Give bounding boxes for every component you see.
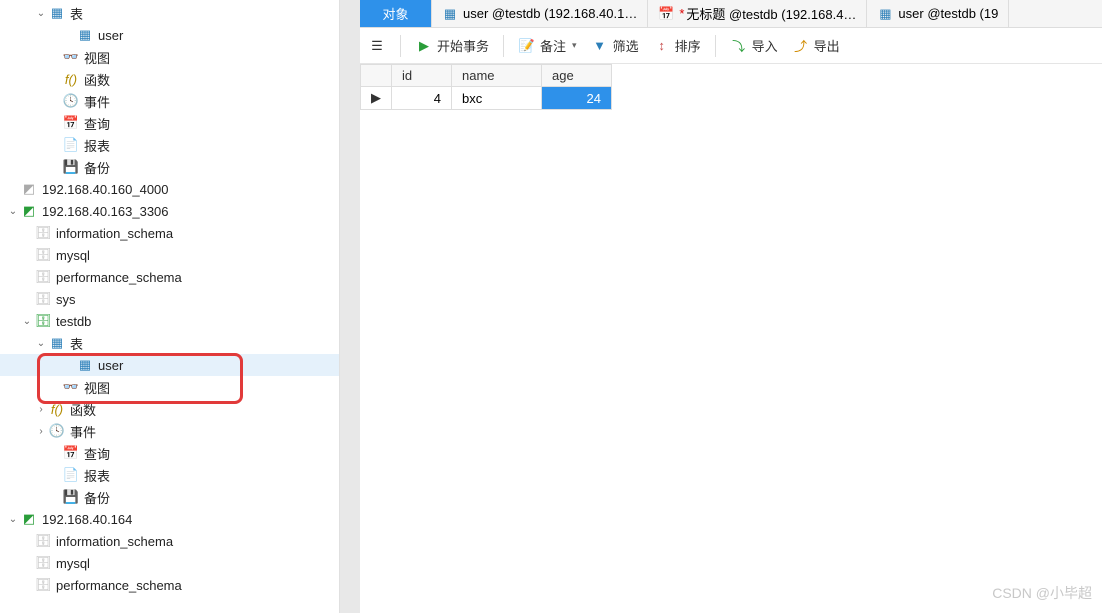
tree-connection-164[interactable]: ◩192.168.40.164 (0, 508, 339, 530)
sort-button[interactable]: ↕排序 (653, 36, 701, 55)
database-icon: 🗄 (34, 224, 52, 242)
filter-icon: ▼ (591, 37, 609, 55)
database-icon: 🗄 (34, 246, 52, 264)
import-icon: ⤵ (730, 37, 748, 55)
database-icon: 🗄 (34, 312, 52, 330)
export-icon: ⤴ (792, 37, 810, 55)
tree-db-sys[interactable]: 🗄sys (0, 288, 339, 310)
tree-164-mysql[interactable]: 🗄mysql (0, 552, 339, 574)
column-header-id[interactable]: id (392, 65, 452, 87)
view-icon: 👓 (62, 48, 80, 66)
tree-item-functions[interactable]: f()函数 (0, 68, 339, 90)
table-icon: ▦ (877, 6, 893, 22)
tree-164-information-schema[interactable]: 🗄information_schema (0, 530, 339, 552)
grid-header-row: id name age (361, 65, 612, 87)
database-icon: 🗄 (34, 290, 52, 308)
tree-item-tables[interactable]: ▦表 (0, 2, 339, 24)
tree-164-performance-schema[interactable]: 🗄performance_schema (0, 574, 339, 596)
notes-button[interactable]: 📝备注▾ (518, 36, 577, 55)
query-icon: 📅 (62, 114, 80, 132)
table-icon: ▦ (76, 356, 94, 374)
hamburger-icon: ☰ (368, 37, 386, 55)
tree-testdb-backups[interactable]: 💾备份 (0, 486, 339, 508)
database-icon: 🗄 (34, 532, 52, 550)
table-group-icon: ▦ (48, 334, 66, 352)
editor-tabs: 对象 ▦user @testdb (192.168.40.1… 📅*无标题 @t… (360, 0, 1102, 28)
transaction-icon: ▶ (415, 37, 433, 55)
column-header-age[interactable]: age (542, 65, 612, 87)
notes-icon: 📝 (518, 37, 536, 55)
main-panel: 对象 ▦user @testdb (192.168.40.1… 📅*无标题 @t… (360, 0, 1102, 613)
tree-testdb-reports[interactable]: 📄报表 (0, 464, 339, 486)
tree-testdb-queries[interactable]: 📅查询 (0, 442, 339, 464)
begin-transaction-button[interactable]: ▶开始事务 (415, 36, 489, 55)
tree-db-performance-schema[interactable]: 🗄performance_schema (0, 266, 339, 288)
tree-item-events[interactable]: 🕓事件 (0, 90, 339, 112)
event-icon: 🕓 (62, 92, 80, 110)
tree-db-information-schema[interactable]: 🗄information_schema (0, 222, 339, 244)
connection-tree-panel: ▦表 ▦user 👓视图 f()函数 🕓事件 📅查询 📄报表 💾备份 ◩192.… (0, 0, 340, 613)
database-icon: 🗄 (34, 576, 52, 594)
tree-item-reports[interactable]: 📄报表 (0, 134, 339, 156)
data-grid[interactable]: id name age ▶ 4 bxc 24 (360, 64, 612, 110)
tree-connection-160[interactable]: ◩192.168.40.160_4000 (0, 178, 339, 200)
tree-testdb-functions[interactable]: f()函数 (0, 398, 339, 420)
tree-connection-163[interactable]: ◩192.168.40.163_3306 (0, 200, 339, 222)
menu-button[interactable]: ☰ (368, 37, 386, 55)
export-button[interactable]: ⤴导出 (792, 36, 840, 55)
tree-testdb-tables[interactable]: ▦表 (0, 332, 339, 354)
tree-db-mysql[interactable]: 🗄mysql (0, 244, 339, 266)
table-toolbar: ☰ ▶开始事务 📝备注▾ ▼筛选 ↕排序 ⤵导入 ⤴导出 (360, 28, 1102, 64)
tree-testdb-views[interactable]: 👓视图 (0, 376, 339, 398)
table-icon: ▦ (442, 6, 458, 22)
tree-testdb-user-table[interactable]: ▦user (0, 354, 339, 376)
backup-icon: 💾 (62, 488, 80, 506)
connection-icon: ◩ (20, 180, 38, 198)
column-header-name[interactable]: name (452, 65, 542, 87)
cell-id[interactable]: 4 (392, 87, 452, 110)
sort-icon: ↕ (653, 37, 671, 55)
table-group-icon: ▦ (48, 4, 66, 22)
function-icon: f() (62, 70, 80, 88)
database-icon: 🗄 (34, 268, 52, 286)
row-indicator: ▶ (361, 87, 392, 110)
tree-item-views[interactable]: 👓视图 (0, 46, 339, 68)
report-icon: 📄 (62, 466, 80, 484)
splitter[interactable] (340, 0, 360, 613)
connection-tree[interactable]: ▦表 ▦user 👓视图 f()函数 🕓事件 📅查询 📄报表 💾备份 ◩192.… (0, 0, 339, 598)
view-icon: 👓 (62, 378, 80, 396)
tree-item-queries[interactable]: 📅查询 (0, 112, 339, 134)
connection-icon: ◩ (20, 202, 38, 220)
cell-age[interactable]: 24 (542, 87, 612, 110)
query-icon: 📅 (658, 6, 674, 22)
connection-icon: ◩ (20, 510, 38, 528)
tree-testdb-events[interactable]: 🕓事件 (0, 420, 339, 442)
event-icon: 🕓 (48, 422, 66, 440)
tree-item-backups[interactable]: 💾备份 (0, 156, 339, 178)
tree-db-testdb[interactable]: 🗄testdb (0, 310, 339, 332)
database-icon: 🗄 (34, 554, 52, 572)
backup-icon: 💾 (62, 158, 80, 176)
query-icon: 📅 (62, 444, 80, 462)
table-icon: ▦ (76, 26, 94, 44)
cell-name[interactable]: bxc (452, 87, 542, 110)
function-icon: f() (48, 400, 66, 418)
dropdown-arrow-icon: ▾ (572, 40, 577, 51)
tab-untitled-query[interactable]: 📅*无标题 @testdb (192.168.4… (648, 0, 867, 27)
filter-button[interactable]: ▼筛选 (591, 36, 639, 55)
table-row[interactable]: ▶ 4 bxc 24 (361, 87, 612, 110)
modified-indicator: * (679, 6, 684, 21)
tab-objects[interactable]: 对象 (360, 0, 432, 27)
tree-item-user-table[interactable]: ▦user (0, 24, 339, 46)
tab-user-1[interactable]: ▦user @testdb (192.168.40.1… (432, 0, 648, 27)
data-grid-container: id name age ▶ 4 bxc 24 (360, 64, 1102, 110)
row-indicator-header (361, 65, 392, 87)
report-icon: 📄 (62, 136, 80, 154)
tab-user-2[interactable]: ▦user @testdb (19 (867, 0, 1009, 27)
import-button[interactable]: ⤵导入 (730, 36, 778, 55)
